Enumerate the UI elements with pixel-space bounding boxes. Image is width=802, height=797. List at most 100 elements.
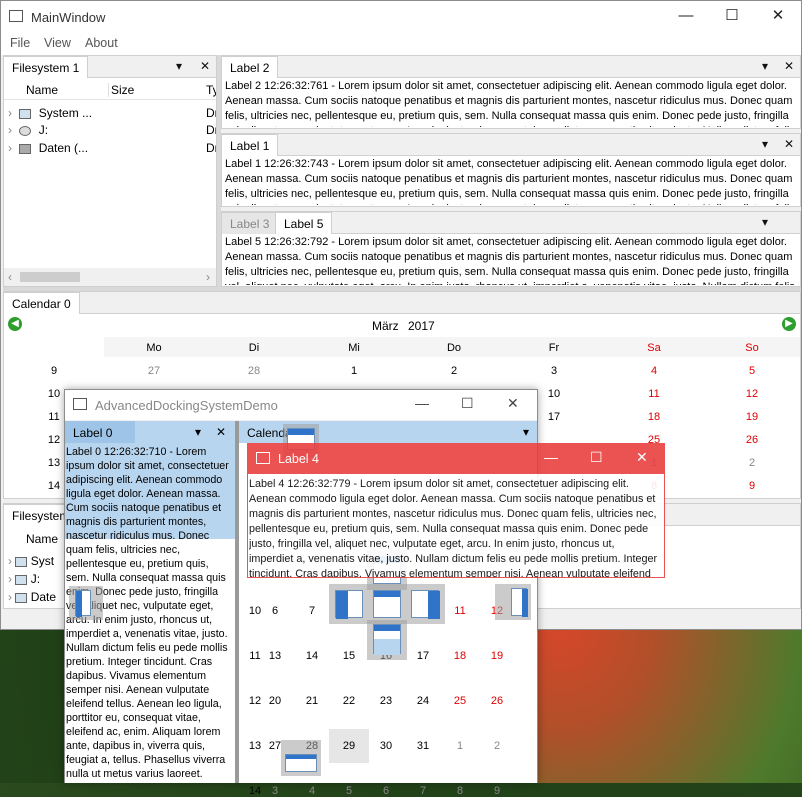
dock-center-icon[interactable] [373, 590, 401, 618]
calendar-day[interactable]: 12 [732, 388, 772, 400]
menu-about[interactable]: About [85, 36, 118, 50]
close-icon[interactable]: ✕ [784, 59, 794, 73]
tab-menu-icon[interactable]: ▾ [762, 59, 768, 73]
tab-label2[interactable]: Label 2 [222, 56, 279, 78]
menu-view[interactable]: View [44, 36, 71, 50]
column-name[interactable]: Name [26, 83, 58, 97]
calendar-day[interactable]: 11 [634, 388, 674, 400]
horizontal-scrollbar[interactable]: ‹ › [4, 268, 216, 286]
calendar-day[interactable]: 5 [329, 785, 369, 797]
tab-menu-icon[interactable]: ▾ [195, 425, 201, 439]
calendar-day[interactable]: 21 [292, 695, 332, 707]
dock-bottom-icon[interactable] [373, 624, 401, 655]
dragging-window[interactable]: Label 4 — ☐ ✕ Label 4 12:26:32:779 - Lor… [247, 443, 665, 578]
column-size[interactable]: Size [108, 83, 134, 97]
scroll-right-icon[interactable]: › [206, 270, 210, 284]
calendar-day[interactable]: 23 [366, 695, 406, 707]
expand-icon[interactable]: › [8, 106, 12, 120]
tab-calendar0[interactable]: Calendar 0 [4, 292, 80, 314]
calendar-day[interactable]: 26 [732, 434, 772, 446]
tree-row[interactable]: › Syst [8, 554, 54, 568]
title-bar[interactable]: MainWindow — ☐ ✕ [1, 1, 801, 33]
calendar-day[interactable]: 30 [366, 740, 406, 752]
calendar-day[interactable]: 8 [440, 785, 480, 797]
calendar-day[interactable]: 11 [440, 605, 480, 617]
tree-row[interactable]: › Daten (... Dr [8, 141, 216, 159]
calendar-day[interactable]: 9 [477, 785, 517, 797]
dock-outer-right-icon[interactable] [511, 588, 528, 617]
close-button[interactable]: ✕ [755, 1, 801, 33]
calendar-day[interactable]: 14 [292, 650, 332, 662]
calendar-day[interactable]: 4 [292, 785, 332, 797]
calendar-day[interactable]: 6 [366, 785, 406, 797]
dock-right-icon[interactable] [411, 590, 440, 619]
calendar-day[interactable]: 2 [477, 740, 517, 752]
tab-label1[interactable]: Label 1 [222, 134, 279, 156]
tab-filesystem1[interactable]: Filesystem 1 [4, 56, 89, 78]
floating-title-bar[interactable]: AdvancedDockingSystemDemo — ☐ ✕ [65, 390, 537, 420]
calendar-day[interactable]: 18 [634, 411, 674, 423]
maximize-button[interactable]: ☐ [709, 1, 755, 33]
scrollbar-thumb[interactable] [20, 272, 80, 282]
tab-menu-icon[interactable]: ▾ [762, 137, 768, 151]
calendar-day[interactable]: 9 [732, 480, 772, 492]
tab-label0[interactable]: Label 0 [65, 421, 135, 443]
calendar-day[interactable]: 25 [440, 695, 480, 707]
calendar-day[interactable]: 26 [477, 695, 517, 707]
calendar-day[interactable]: 6 [255, 605, 295, 617]
tree-row[interactable]: › System ... Dr [8, 106, 216, 124]
month-selector[interactable]: März [372, 319, 399, 333]
year-selector[interactable]: 2017 [408, 319, 435, 333]
scroll-left-icon[interactable]: ‹ [8, 270, 12, 284]
calendar-day[interactable]: 3 [255, 785, 295, 797]
minimize-button[interactable]: — [544, 449, 558, 465]
tab-menu-icon[interactable]: ▾ [176, 59, 182, 73]
minimize-button[interactable]: — [663, 1, 709, 33]
calendar-day[interactable]: 4 [634, 365, 674, 377]
calendar-day[interactable]: 19 [477, 650, 517, 662]
tree-row[interactable]: › Date [8, 590, 56, 604]
calendar-day[interactable]: 7 [403, 785, 443, 797]
calendar-day[interactable]: 2 [434, 365, 474, 377]
minimize-button[interactable]: — [415, 395, 429, 411]
dock-outer-left-icon[interactable] [75, 590, 91, 617]
close-icon[interactable]: ✕ [216, 425, 226, 439]
tab-menu-icon[interactable]: ▾ [523, 425, 529, 439]
calendar-day[interactable]: 17 [534, 411, 574, 423]
column-name[interactable]: Name [26, 532, 58, 546]
calendar-day[interactable]: 18 [440, 650, 480, 662]
calendar-day[interactable]: 24 [403, 695, 443, 707]
close-icon[interactable]: ✕ [200, 59, 210, 73]
tab-menu-icon[interactable]: ▾ [762, 215, 768, 229]
next-month-icon[interactable]: ▶ [782, 317, 796, 331]
close-button[interactable]: ✕ [636, 449, 648, 466]
calendar-day[interactable]: 1 [440, 740, 480, 752]
tab-label3[interactable]: Label 3 [222, 212, 279, 234]
calendar-day[interactable]: 10 [534, 388, 574, 400]
expand-icon[interactable]: › [8, 141, 12, 155]
dock-outer-bottom-icon[interactable] [285, 754, 317, 772]
calendar-day[interactable]: 7 [292, 605, 332, 617]
expand-icon[interactable]: › [8, 123, 12, 137]
dragging-title-bar[interactable]: Label 4 — ☐ ✕ [248, 444, 664, 474]
close-icon[interactable]: ✕ [784, 137, 794, 151]
dock-left-icon[interactable] [335, 590, 363, 619]
maximize-button[interactable]: ☐ [461, 395, 474, 412]
calendar-day[interactable]: 31 [403, 740, 443, 752]
calendar-day[interactable]: 22 [329, 695, 369, 707]
column-type[interactable]: Ty [206, 83, 216, 97]
calendar-day[interactable]: 3 [534, 365, 574, 377]
calendar-day[interactable]: 20 [255, 695, 295, 707]
calendar-day[interactable]: 13 [255, 650, 295, 662]
calendar-day[interactable]: 1 [334, 365, 374, 377]
tab-label5[interactable]: Label 5 [275, 212, 333, 234]
calendar-day[interactable]: 2 [732, 457, 772, 469]
prev-month-icon[interactable]: ◀ [8, 317, 22, 331]
calendar-day[interactable]: 27 [134, 365, 174, 377]
tree-row[interactable]: › J: [8, 572, 40, 586]
close-button[interactable]: ✕ [507, 395, 519, 412]
calendar-day[interactable]: 29 [329, 729, 369, 763]
calendar-day[interactable]: 5 [732, 365, 772, 377]
menu-file[interactable]: File [10, 36, 30, 50]
calendar-day[interactable]: 19 [732, 411, 772, 423]
